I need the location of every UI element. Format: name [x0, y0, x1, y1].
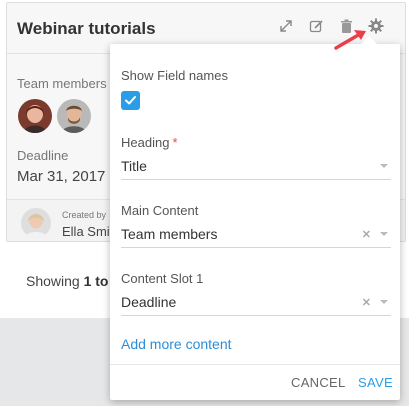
pagination-range: 1 to [83, 273, 109, 289]
clear-icon[interactable]: ✕ [362, 296, 371, 309]
add-more-content-link[interactable]: Add more content [121, 336, 232, 352]
save-button[interactable]: SAVE [358, 375, 393, 390]
expand-icon[interactable] [277, 17, 295, 35]
annotation-arrow-icon [334, 30, 366, 50]
pagination-summary: Showing 1 to [26, 273, 108, 289]
main-content-select-value: Team members [121, 226, 218, 242]
deadline-value: Mar 31, 2017 [17, 168, 106, 185]
checkmark-icon [125, 96, 136, 105]
pagination-prefix: Showing [26, 273, 84, 289]
deadline-label: Deadline [17, 148, 69, 163]
main-content-label: Main Content [121, 203, 199, 218]
chevron-down-icon [380, 300, 388, 304]
heading-label: Heading * [121, 135, 178, 150]
avatar[interactable] [57, 99, 91, 133]
clear-icon[interactable]: ✕ [362, 228, 371, 241]
created-by-label: Created by [62, 210, 107, 220]
card-settings-popup: Show Field names Heading * Title Main Con… [110, 36, 400, 400]
content-slot-select[interactable]: Deadline ✕ [121, 290, 391, 316]
required-asterisk: * [172, 135, 178, 150]
cancel-button[interactable]: CANCEL [291, 375, 346, 390]
heading-select[interactable]: Title [121, 154, 391, 180]
edit-icon[interactable] [307, 17, 325, 35]
avatar[interactable] [21, 208, 51, 238]
avatar[interactable] [18, 99, 52, 133]
popup-divider [110, 364, 400, 365]
content-slot-select-value: Deadline [121, 294, 177, 310]
chevron-down-icon [380, 232, 388, 236]
show-field-names-label: Show Field names [121, 68, 228, 83]
content-slot-label: Content Slot 1 [121, 271, 204, 286]
team-members-label: Team members [17, 76, 107, 91]
heading-select-value: Title [121, 158, 147, 174]
show-field-names-checkbox[interactable] [121, 91, 140, 110]
chevron-down-icon [380, 164, 388, 168]
main-content-select[interactable]: Team members ✕ [121, 222, 391, 248]
card-title: Webinar tutorials [17, 19, 156, 38]
